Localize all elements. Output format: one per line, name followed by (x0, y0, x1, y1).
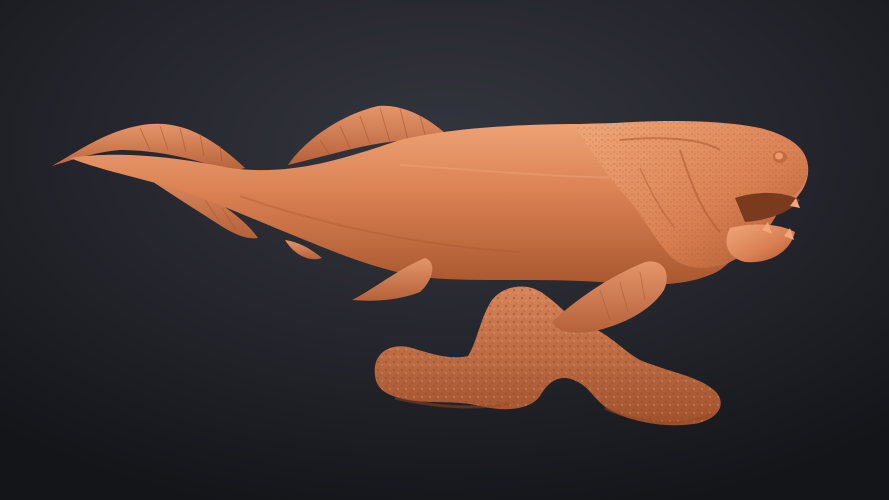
render-viewport (0, 0, 889, 500)
sculpt-render (0, 0, 889, 500)
eye (773, 151, 787, 163)
